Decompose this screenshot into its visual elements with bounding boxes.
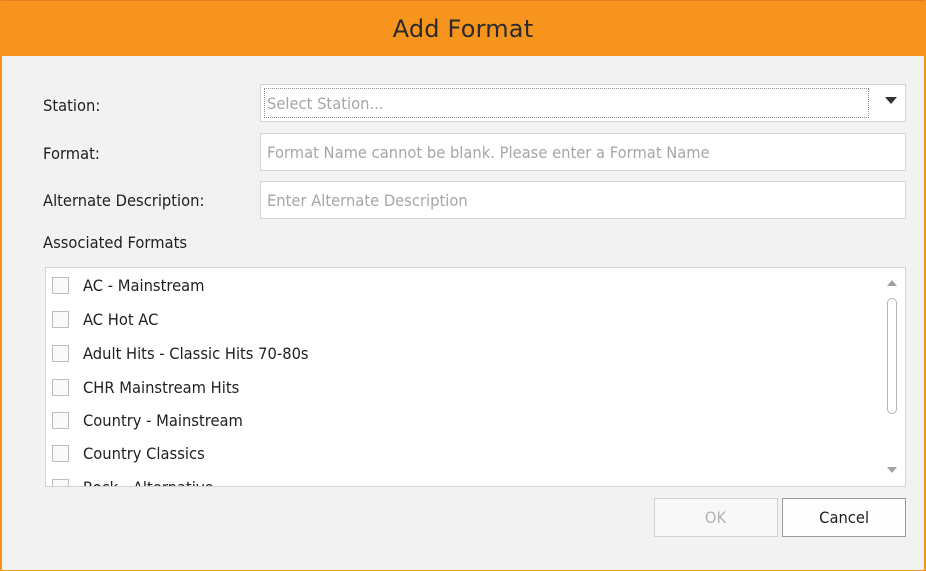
list-item[interactable]: Country Classics <box>52 438 215 468</box>
associated-formats-label: Associated Formats <box>43 233 188 252</box>
list-item[interactable]: AC Hot AC <box>52 304 165 334</box>
dialog-titlebar: Add Format <box>2 1 924 56</box>
associated-formats-list[interactable]: AC - Mainstream AC Hot AC Adult Hits - C… <box>45 267 906 487</box>
cancel-button[interactable]: Cancel <box>782 498 906 537</box>
list-item-label: Adult Hits - Classic Hits 70-80s <box>83 343 309 363</box>
dialog-body: Station: Select Station... Format: Forma… <box>2 56 924 570</box>
list-item-label: Country - Mainstream <box>83 410 243 430</box>
scroll-down-arrow-icon[interactable] <box>887 467 897 473</box>
ok-button-label: OK <box>705 508 727 527</box>
station-select[interactable]: Select Station... <box>260 84 906 122</box>
list-item[interactable]: Adult Hits - Classic Hits 70-80s <box>52 338 328 368</box>
list-item-label: CHR Mainstream Hits <box>83 377 240 397</box>
alternate-description-placeholder: Enter Alternate Description <box>267 191 468 210</box>
list-item-label: AC - Mainstream <box>83 275 205 295</box>
checkbox[interactable] <box>52 411 69 429</box>
checkbox[interactable] <box>52 276 69 294</box>
station-placeholder: Select Station... <box>267 94 384 113</box>
checkbox[interactable] <box>52 310 69 328</box>
list-item[interactable]: Rock - Alternative <box>52 472 225 487</box>
station-select-focus: Select Station... <box>264 88 869 118</box>
scrollbar-thumb[interactable] <box>887 298 897 414</box>
list-item[interactable]: Country - Mainstream <box>52 405 257 435</box>
format-name-placeholder: Format Name cannot be blank. Please ente… <box>267 143 710 162</box>
list-item[interactable]: AC - Mainstream <box>52 270 215 300</box>
checkbox[interactable] <box>52 478 69 486</box>
cancel-button-label: Cancel <box>819 508 869 527</box>
list-item-label: AC Hot AC <box>83 309 159 329</box>
add-format-dialog: Add Format Station: Select Station... Fo… <box>0 0 926 571</box>
checkbox[interactable] <box>52 344 69 362</box>
station-label: Station: <box>43 96 101 115</box>
list-item-label: Country Classics <box>83 443 205 463</box>
ok-button[interactable]: OK <box>654 498 778 537</box>
list-item[interactable]: CHR Mainstream Hits <box>52 372 253 402</box>
checkbox[interactable] <box>52 444 69 462</box>
alternate-description-input[interactable]: Enter Alternate Description <box>260 181 906 219</box>
dialog-title: Add Format <box>392 14 534 43</box>
list-item-label: Rock - Alternative <box>83 477 214 487</box>
list-scrollbar[interactable] <box>879 268 905 486</box>
format-label: Format: <box>43 144 100 163</box>
scroll-up-arrow-icon[interactable] <box>887 280 897 286</box>
chevron-down-icon[interactable] <box>885 97 897 104</box>
alternate-description-label: Alternate Description: <box>43 191 205 210</box>
checkbox[interactable] <box>52 378 69 396</box>
format-name-input[interactable]: Format Name cannot be blank. Please ente… <box>260 133 906 171</box>
